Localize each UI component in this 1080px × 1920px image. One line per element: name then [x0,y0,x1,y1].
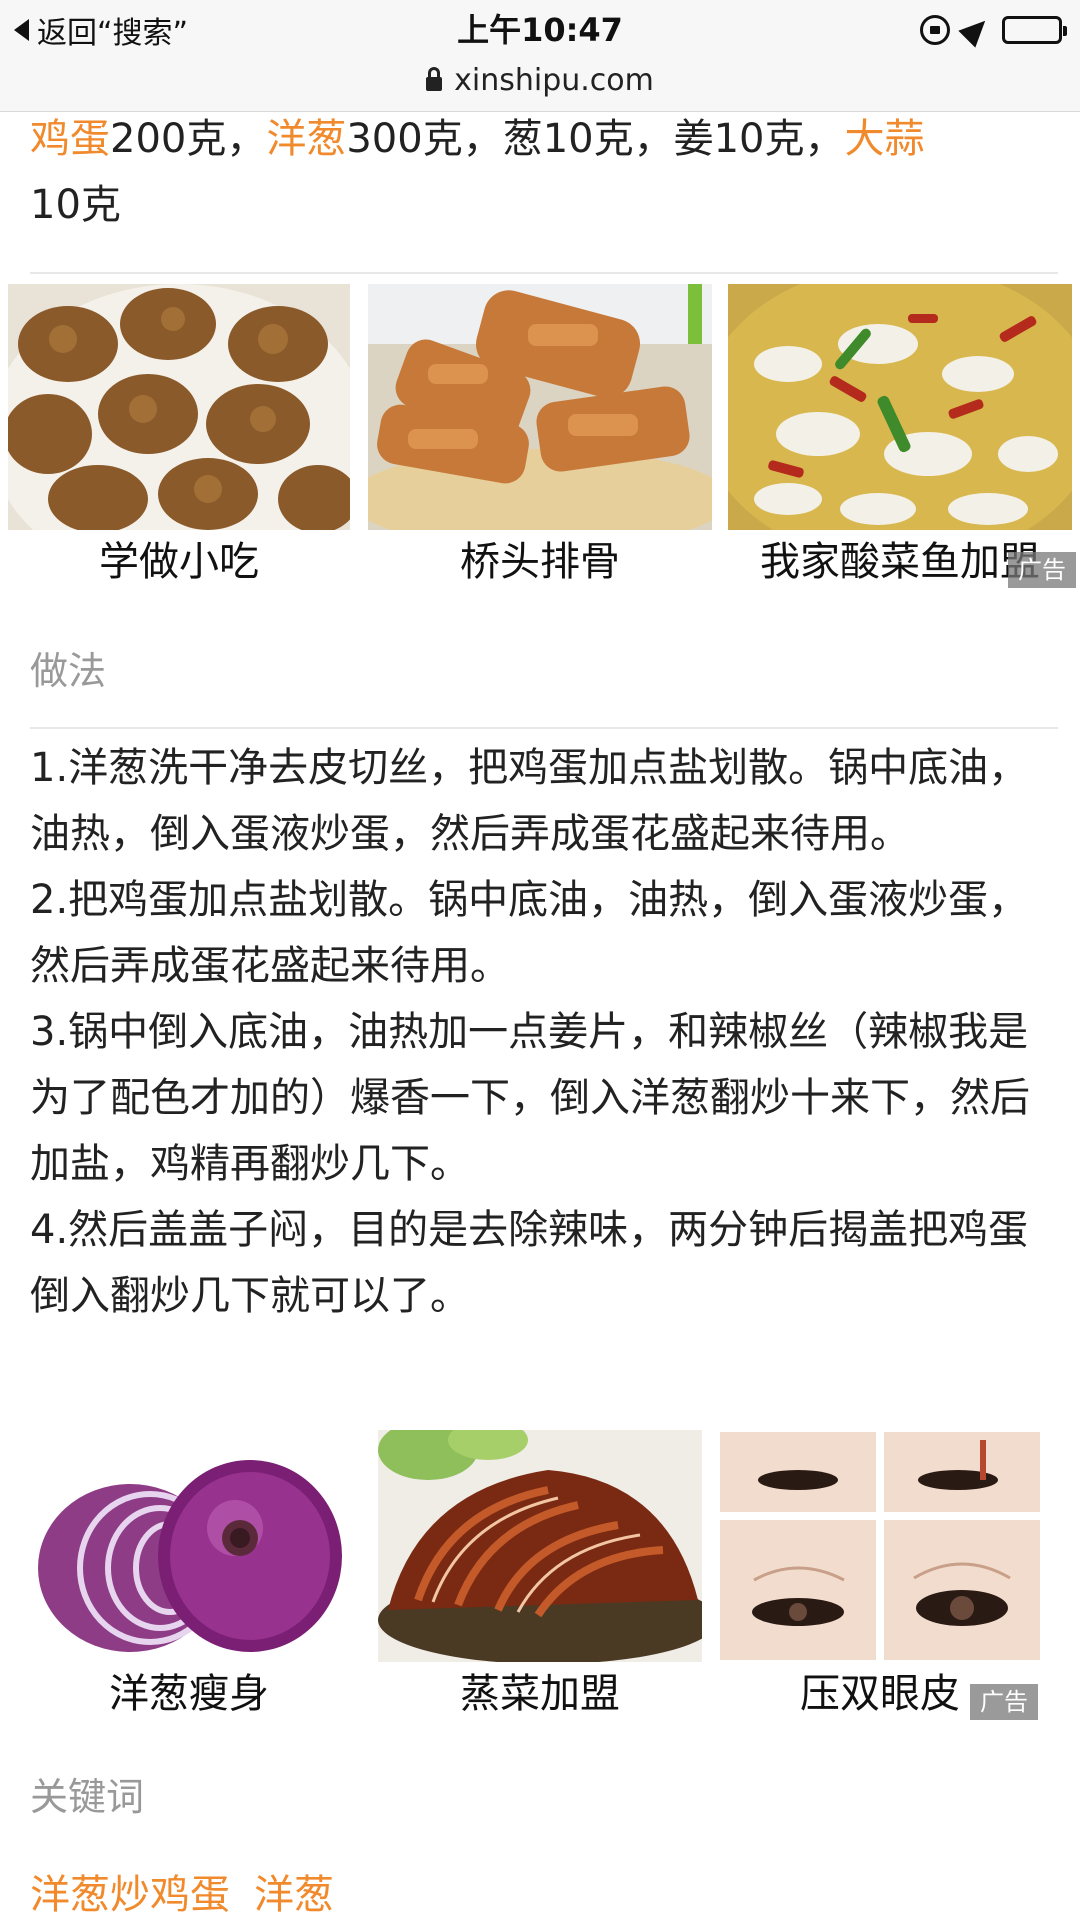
rec-caption: 学做小吃 [99,539,259,585]
rec-tile-ribs[interactable]: 桥头排骨 [368,284,712,594]
rotation-lock-icon [920,15,950,45]
eyelid-photo [718,1430,1042,1662]
method-step: 3.锅中倒入底油，油热加一点姜片，和辣椒丝（辣椒我是为了配色才加的）爆香一下，倒… [30,1009,1030,1187]
method-steps: 1.洋葱洗干净去皮切丝，把鸡蛋加点盐划散。锅中底油，油热，倒入蛋液炒蛋，然后弄成… [30,735,1055,1329]
rec-caption: 蒸菜加盟 [460,1671,620,1717]
method-step: 2.把鸡蛋加点盐划散。锅中底油，油热，倒入蛋液炒蛋，然后弄成蛋花盛起来待用。 [30,877,1029,989]
keyword-link[interactable]: 洋葱 [254,1872,334,1918]
pickled-fish-soup-photo [728,284,1072,530]
rec-tile-steamed-dish-ad[interactable]: 蒸菜加盟 [378,1430,702,1730]
ad-badge: 广告 [970,1684,1038,1720]
braised-pork-photo [378,1430,702,1662]
ingredient-amount: 300克，葱10克，姜10克， [346,116,845,162]
keyword-link[interactable]: 洋葱炒鸡蛋 [30,1872,230,1918]
lock-icon [426,67,443,91]
keywords-heading: 关键词 [30,1775,145,1819]
rec-tile-double-eyelid-ad[interactable]: 压双眼皮 广告 [718,1430,1042,1730]
url-bar[interactable]: xinshipu.com [0,60,1080,100]
recommendation-row-2: 洋葱瘦身 蒸菜加盟 压双眼皮 广告 [0,1430,1080,1730]
url-domain: xinshipu.com [454,62,654,98]
ad-badge: 广告 [1008,552,1076,588]
battery-icon [1002,16,1067,44]
rec-tile-onion-slim[interactable]: 洋葱瘦身 [30,1430,348,1730]
divider [30,727,1058,729]
status-time: 上午10:47 [457,11,623,49]
recommendation-row-1: 学做小吃 桥头排骨 我家酸菜鱼加盟 广告 [0,284,1080,594]
rec-caption: 洋葱瘦身 [109,1671,269,1717]
ingredients-text: 鸡蛋200克，洋葱300克，葱10克，姜10克，大蒜 10克 [30,106,1050,238]
method-heading: 做法 [30,649,107,693]
ingredient-amount: 200克， [110,116,267,162]
ingredient-link[interactable]: 洋葱 [266,116,346,162]
keyword-list: 洋葱炒鸡蛋 洋葱 [30,1862,358,1920]
ingredient-amount: 10克 [30,182,121,228]
fried-ribs-photo [368,284,712,530]
rec-tile-snack[interactable]: 学做小吃 [8,284,350,594]
status-icons [920,12,1067,48]
browser-top-bar: 返回“搜索” 上午10:47 xinshipu.com [0,0,1080,112]
ingredient-link[interactable]: 大蒜 [845,116,925,162]
method-step: 1.洋葱洗干净去皮切丝，把鸡蛋加点盐划散。锅中底油，油热，倒入蛋液炒蛋，然后弄成… [30,745,1029,857]
divider [30,272,1058,274]
rec-caption: 桥头排骨 [460,539,620,585]
method-step: 4.然后盖盖子闷，目的是去除辣味，两分钟后揭盖把鸡蛋倒入翻炒几下就可以了。 [30,1207,1029,1319]
ingredient-link[interactable]: 鸡蛋 [30,116,110,162]
rec-tile-pickled-fish-ad[interactable]: 我家酸菜鱼加盟 广告 [728,284,1076,594]
red-onion-photo [30,1438,348,1658]
meatball-fritters-photo [8,284,350,530]
location-icon [958,12,994,48]
